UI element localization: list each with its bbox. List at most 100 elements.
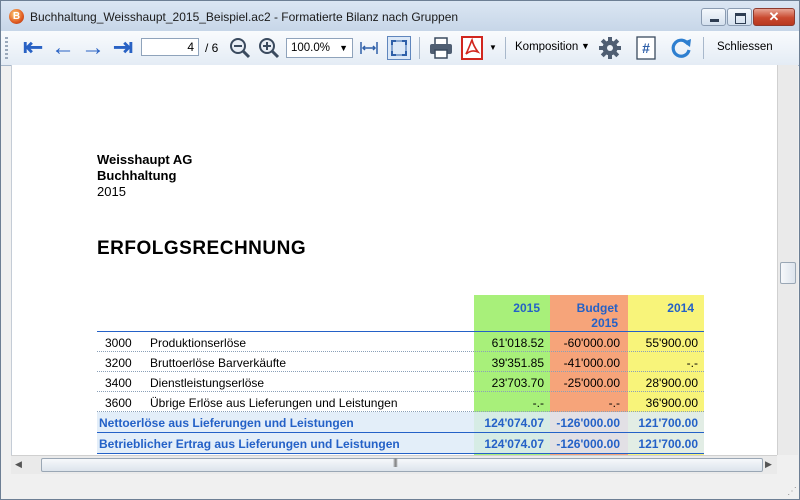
zoom-value: 100.0% [291, 42, 331, 54]
last-page-arrow-icon: ⇥ [112, 34, 134, 61]
previous-page-arrow-icon: ← [51, 34, 75, 61]
toolbar: ⇤ ← → ⇥ 4 / 6 100.0% ▼ ▼ Komposition ▼ #… [1, 31, 799, 66]
total-value-2014: 121'700.00 [638, 437, 698, 451]
column-header-budget-year: 2015 [591, 316, 618, 330]
scroll-left-arrow-icon[interactable]: ◀ [15, 459, 22, 470]
close-button[interactable]: ✕ [753, 8, 795, 26]
window-title: Buchhaltung_Weisshaupt_2015_Beispiel.ac2… [30, 10, 459, 24]
account-number: 3200 [105, 356, 132, 370]
document-page: Weisshaupt AG Buchhaltung 2015 ERFOLGSRE… [11, 65, 778, 455]
account-description: Produktionserlöse [150, 336, 247, 350]
value-budget: -25'000.00 [563, 376, 620, 390]
last-page-button[interactable]: ⇥ [109, 36, 137, 60]
minimize-icon [710, 19, 719, 22]
toolbar-separator [419, 37, 420, 59]
first-page-arrow-icon: ⇤ [22, 34, 44, 61]
zoom-out-button[interactable] [228, 36, 252, 60]
fit-page-button[interactable] [387, 36, 411, 60]
value-2015: 39'351.85 [491, 356, 544, 370]
pdf-options-chevron-icon[interactable]: ▼ [489, 43, 497, 52]
total-value-2015: 124'074.07 [484, 437, 544, 451]
value-2015: 61'018.52 [491, 336, 544, 350]
numbering-button[interactable]: # [633, 36, 659, 60]
komposition-button[interactable]: Komposition [515, 41, 578, 53]
next-page-arrow-icon: → [81, 34, 105, 61]
value-budget: -.- [608, 396, 620, 410]
column-header-budget: Budget [576, 301, 618, 315]
value-2014: 55'900.00 [645, 336, 698, 350]
value-budget: -60'000.00 [563, 336, 620, 350]
total-value-2015: 124'074.07 [484, 416, 544, 430]
value-2015: 23'703.70 [491, 376, 544, 390]
printer-icon [430, 37, 452, 59]
company-name: Weisshaupt AG [97, 152, 193, 167]
settings-button[interactable] [597, 36, 623, 60]
horizontal-scrollbar[interactable]: ◀ ||| ▶ [11, 455, 777, 474]
zoom-in-icon [259, 38, 280, 59]
table-row: 3600 Übrige Erlöse aus Lieferungen und L… [97, 392, 704, 412]
zoom-out-icon [230, 38, 251, 59]
maximize-icon [735, 13, 746, 24]
svg-text:#: # [642, 40, 650, 56]
fit-width-icon [360, 42, 378, 54]
refresh-button[interactable] [667, 36, 695, 60]
table-row: 3400 Dienstleistungserlöse 23'703.70 -25… [97, 372, 704, 392]
toolbar-separator [505, 37, 506, 59]
table-row: 3200 Bruttoerlöse Barverkäufte 39'351.85… [97, 352, 704, 372]
horizontal-scroll-thumb[interactable] [41, 458, 763, 472]
zoom-select[interactable]: 100.0% ▼ [286, 38, 353, 58]
komposition-chevron-icon[interactable]: ▼ [581, 41, 590, 51]
report-year: 2015 [97, 184, 126, 199]
first-page-button[interactable]: ⇤ [19, 36, 47, 60]
total-row: Nettoerlöse aus Lieferungen und Leistung… [97, 412, 704, 433]
minimize-button[interactable] [701, 8, 726, 26]
total-description: Betrieblicher Ertrag aus Lieferungen und… [99, 437, 400, 451]
toolbar-grip[interactable] [5, 37, 8, 59]
value-2014: 28'900.00 [645, 376, 698, 390]
gear-icon [599, 37, 621, 59]
previous-page-button[interactable]: ← [49, 36, 77, 60]
table-row: 3000 Produktionserlöse 61'018.52 -60'000… [97, 332, 704, 352]
chevron-down-icon: ▼ [339, 43, 348, 53]
department-name: Buchhaltung [97, 168, 177, 183]
total-description: Nettoerlöse aus Lieferungen und Leistung… [99, 416, 354, 430]
vertical-scroll-thumb[interactable] [780, 262, 796, 284]
status-bar: ⋰ [1, 475, 799, 499]
fit-width-button[interactable] [357, 36, 381, 60]
fit-page-icon [391, 40, 407, 56]
maximize-button[interactable] [727, 8, 752, 26]
export-pdf-button[interactable] [459, 36, 485, 60]
value-2014: -.- [686, 356, 698, 370]
scroll-right-arrow-icon[interactable]: ▶ [765, 459, 772, 470]
total-row: Betrieblicher Ertrag aus Lieferungen und… [97, 433, 704, 454]
app-icon: B [9, 9, 24, 24]
column-header-2014: 2014 [667, 301, 694, 315]
total-value-budget: -126'000.00 [556, 437, 620, 451]
value-2014: 36'900.00 [645, 396, 698, 410]
next-page-button[interactable]: → [79, 36, 107, 60]
account-description: Dienstleistungserlöse [150, 376, 265, 390]
zoom-in-button[interactable] [257, 36, 281, 60]
report-title: ERFOLGSRECHNUNG [97, 238, 307, 259]
app-window: B Buchhaltung_Weisshaupt_2015_Beispiel.a… [0, 0, 800, 500]
print-button[interactable] [427, 36, 455, 60]
vertical-scrollbar[interactable] [777, 65, 798, 455]
account-number: 3400 [105, 376, 132, 390]
account-number: 3600 [105, 396, 132, 410]
page-total-label: / 6 [205, 41, 219, 55]
hash-document-icon: # [636, 36, 656, 60]
resize-grip-icon[interactable]: ⋰ [787, 486, 797, 497]
title-bar: B Buchhaltung_Weisshaupt_2015_Beispiel.a… [1, 1, 799, 31]
page-number-input[interactable]: 4 [141, 38, 199, 56]
account-description: Bruttoerlöse Barverkäufte [150, 356, 287, 370]
value-budget: -41'000.00 [563, 356, 620, 370]
total-value-budget: -126'000.00 [556, 416, 620, 430]
value-2015: -.- [532, 396, 544, 410]
close-report-button[interactable]: Schliessen [717, 41, 773, 53]
total-value-2014: 121'700.00 [638, 416, 698, 430]
account-description: Übrige Erlöse aus Lieferungen und Leistu… [150, 396, 398, 410]
pdf-icon [461, 36, 483, 60]
scroll-grip-icon: ||| [393, 457, 398, 467]
account-number: 3000 [105, 336, 132, 350]
toolbar-separator [703, 37, 704, 59]
